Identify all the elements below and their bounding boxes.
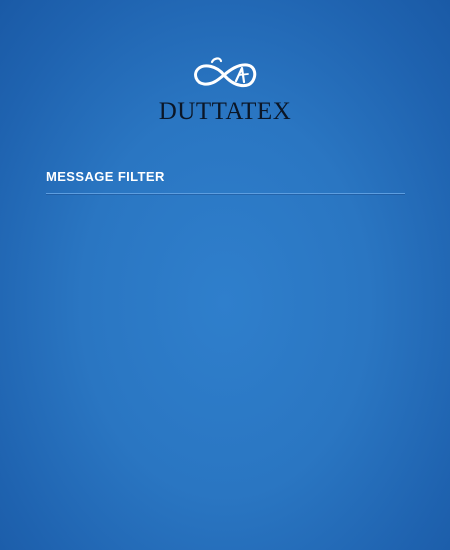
page-title: MESSAGE FILTER [46, 169, 165, 184]
title-divider [46, 193, 405, 194]
infinity-monogram-icon [194, 57, 257, 88]
brand-name: DUTTATEX [158, 98, 292, 125]
message-filter-content [46, 200, 405, 530]
brand-header: DUTTATEX [0, 0, 450, 150]
